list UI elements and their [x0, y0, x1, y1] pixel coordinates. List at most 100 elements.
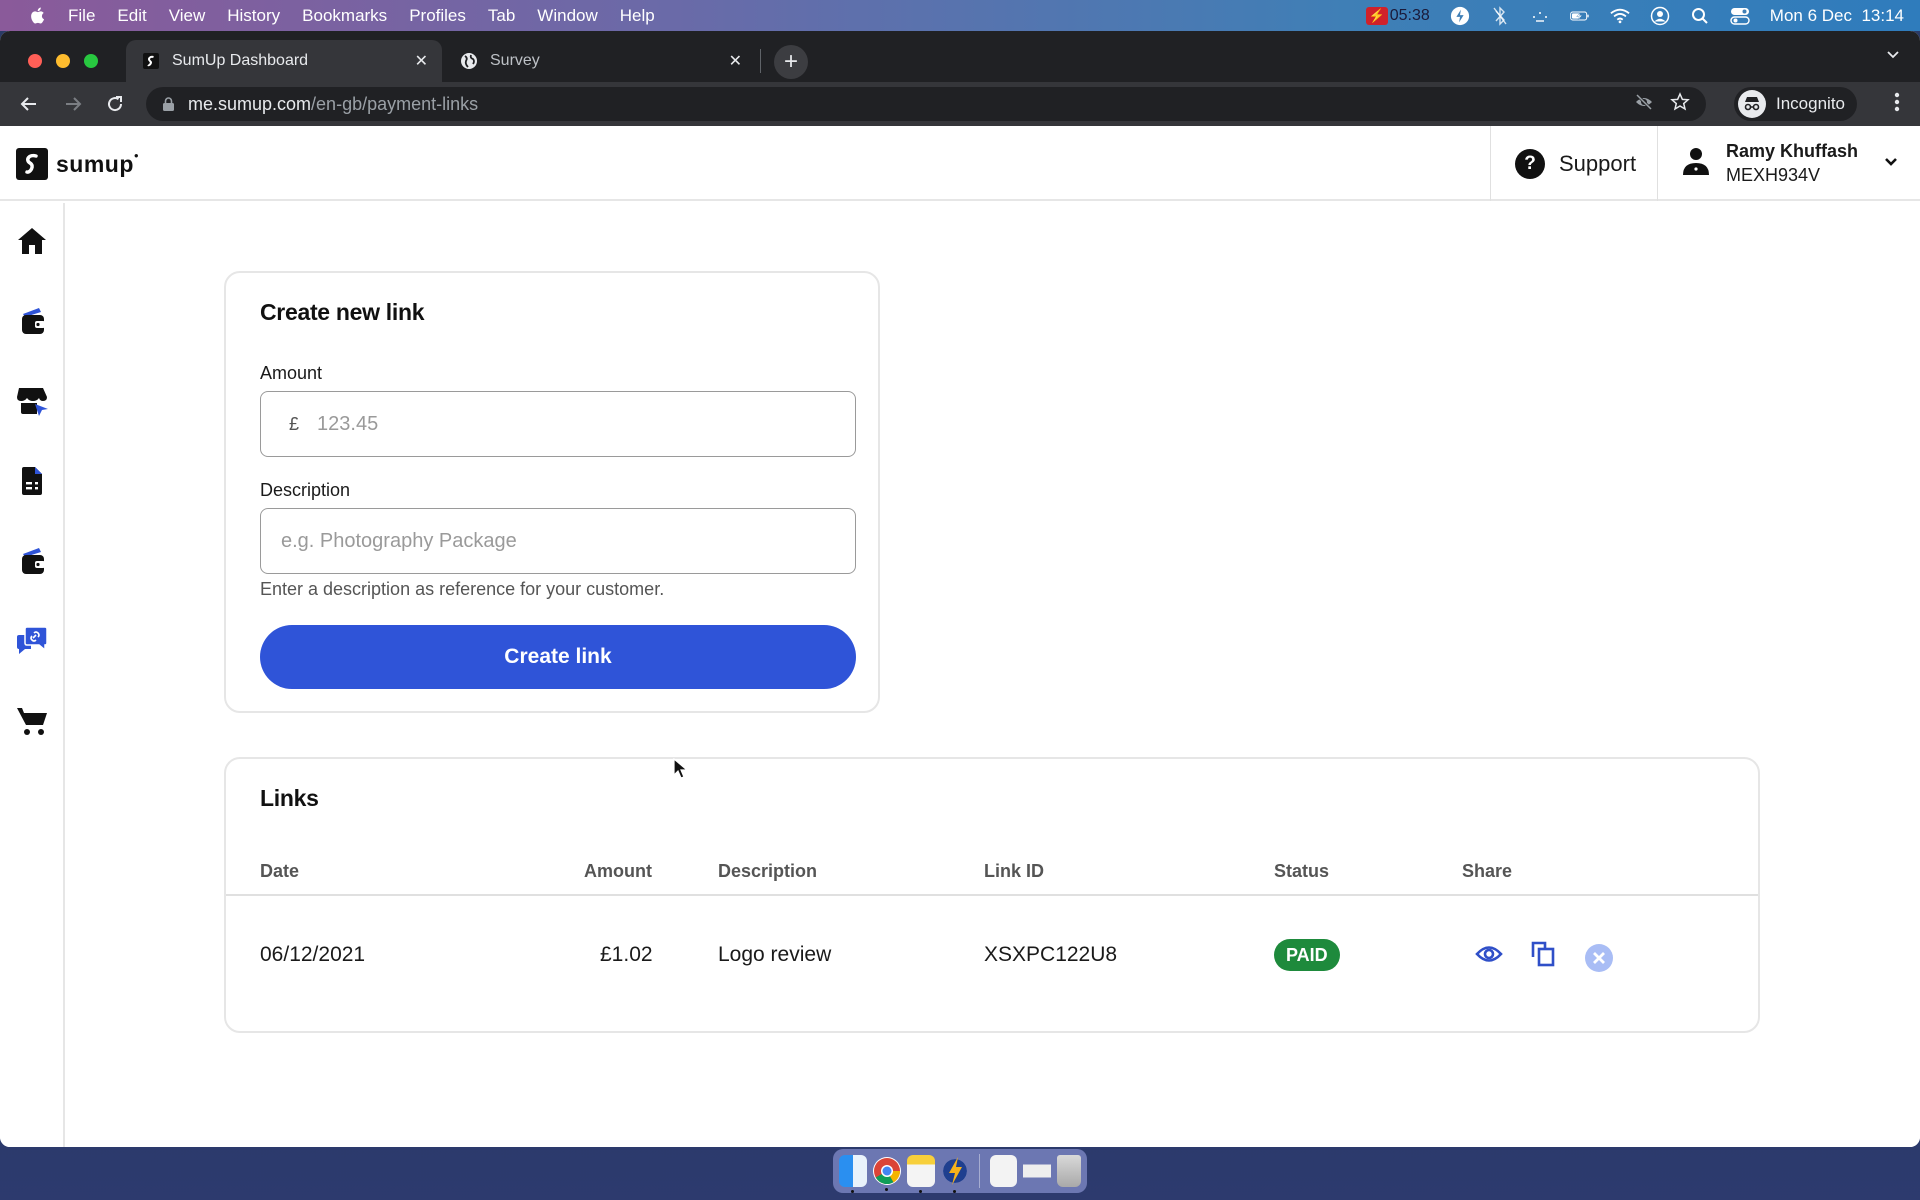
recording-time: 05:38: [1389, 6, 1430, 24]
status-badge: PAID: [1274, 939, 1340, 971]
merchant-id: MEXH934V: [1726, 165, 1821, 185]
amount-field[interactable]: £: [260, 391, 856, 457]
description-label: Description: [260, 480, 351, 500]
chevron-down-icon[interactable]: [1884, 154, 1898, 172]
forward-button[interactable]: [58, 89, 88, 119]
window-controls: [28, 54, 98, 68]
dock-trash-icon[interactable]: [1057, 1155, 1082, 1187]
menu-help[interactable]: Help: [620, 6, 655, 26]
store-icon: [17, 388, 48, 416]
sidebar-item-shop[interactable]: [14, 703, 50, 739]
user-account-icon[interactable]: [1650, 6, 1670, 26]
dock-document-icon[interactable]: [989, 1155, 1018, 1187]
cell-date: 06/12/2021: [260, 943, 366, 966]
control-center-icon[interactable]: [1730, 6, 1750, 26]
reload-button[interactable]: [100, 89, 130, 119]
sumup-favicon-icon: [142, 52, 160, 70]
copy-link-icon[interactable]: [1528, 939, 1558, 969]
menu-window[interactable]: Window: [537, 6, 597, 26]
support-button[interactable]: ? Support: [1490, 126, 1658, 201]
apple-menu-icon[interactable]: [28, 6, 46, 26]
url-text[interactable]: me.sumup.com/en-gb/payment-links: [188, 94, 478, 115]
description-input[interactable]: [281, 529, 855, 553]
sidebar-item-wallet[interactable]: [14, 543, 50, 579]
create-link-button[interactable]: Create link: [260, 625, 856, 689]
link-chat-icon: [17, 626, 48, 654]
dock-notes-icon[interactable]: [906, 1155, 935, 1193]
tab-title: SumUp Dashboard: [172, 52, 309, 69]
close-window-button[interactable]: [28, 54, 42, 68]
screen-recording-indicator[interactable]: ⚡ 05:38: [1365, 6, 1430, 25]
macos-menubar: Chrome File Edit View History Bookmarks …: [0, 0, 1920, 1116]
dock-screenshot-icon[interactable]: [1023, 1155, 1052, 1187]
bolt-app-icon[interactable]: [1450, 6, 1470, 26]
dock-chrome-icon[interactable]: [872, 1157, 901, 1191]
description-field[interactable]: [260, 508, 856, 574]
column-header-date[interactable]: Date: [260, 861, 299, 882]
wifi-icon[interactable]: [1610, 6, 1630, 26]
spotlight-search-icon[interactable]: [1690, 6, 1710, 26]
tab-close-icon[interactable]: ✕: [729, 51, 742, 71]
cart-icon: [17, 708, 47, 735]
column-header-link-id[interactable]: Link ID: [984, 861, 1044, 882]
minimize-window-button[interactable]: [56, 54, 70, 68]
menu-bookmarks[interactable]: Bookmarks: [302, 6, 387, 26]
address-bar[interactable]: me.sumup.com/en-gb/payment-links: [146, 87, 1706, 121]
tab-search-chevron-icon[interactable]: [1886, 47, 1900, 63]
back-button[interactable]: [14, 89, 44, 119]
maximize-window-button[interactable]: [84, 54, 98, 68]
home-icon: [18, 228, 46, 254]
menu-view[interactable]: View: [169, 6, 206, 26]
amount-input[interactable]: [317, 412, 855, 436]
tab-sumup-dashboard[interactable]: SumUp Dashboard ✕: [126, 40, 442, 82]
sidebar-item-invoices[interactable]: [14, 463, 50, 499]
recording-icon: ⚡: [1365, 6, 1388, 25]
tab-separator: [760, 49, 761, 73]
wallet-icon: [22, 548, 45, 574]
tab-strip: SumUp Dashboard ✕ Survey ✕ +: [0, 31, 1920, 82]
create-link-title: Create new link: [260, 299, 425, 325]
sidebar-item-payments[interactable]: [14, 303, 50, 339]
menu-tab[interactable]: Tab: [488, 6, 515, 26]
support-label: Support: [1559, 150, 1637, 176]
column-header-status[interactable]: Status: [1274, 861, 1329, 882]
lock-icon[interactable]: [162, 96, 174, 112]
menu-file[interactable]: File: [68, 6, 95, 26]
view-link-eye-icon[interactable]: [1474, 939, 1504, 969]
browser-window: SumUp Dashboard ✕ Survey ✕ + me.sumup.co…: [0, 31, 1920, 1147]
user-menu[interactable]: Ramy Khuffash MEXH934V: [1658, 126, 1920, 201]
sidebar-item-online-store[interactable]: [14, 383, 50, 419]
dock-bolt-app-icon[interactable]: [940, 1155, 969, 1193]
column-header-amount[interactable]: Amount: [584, 861, 652, 882]
battery-charging-icon[interactable]: [1569, 6, 1590, 26]
user-name: Ramy Khuffash: [1726, 141, 1859, 161]
tracking-protection-eye-off-icon[interactable]: [1634, 93, 1654, 116]
incognito-label: Incognito: [1776, 94, 1845, 113]
sumup-logo-mark-icon: [16, 148, 48, 180]
table-divider: [226, 894, 1758, 896]
tab-close-icon[interactable]: ✕: [415, 51, 428, 71]
url-host: me.sumup.com: [188, 93, 312, 114]
wallet-icon: [22, 308, 45, 334]
sidebar-item-payment-links[interactable]: [14, 623, 50, 659]
sumup-logo[interactable]: sumup●: [16, 148, 139, 180]
incognito-icon: [1738, 90, 1766, 118]
menu-edit[interactable]: Edit: [117, 6, 146, 26]
tab-title: Survey: [490, 52, 540, 69]
sidebar-item-home[interactable]: [14, 223, 50, 259]
menu-profiles[interactable]: Profiles: [409, 6, 466, 26]
bluetooth-off-icon[interactable]: [1490, 5, 1510, 26]
chrome-menu-icon[interactable]: [1894, 92, 1900, 118]
tab-survey[interactable]: Survey ✕: [444, 40, 756, 82]
new-tab-button[interactable]: +: [774, 45, 808, 79]
display-icon[interactable]: [1530, 6, 1550, 26]
column-header-description[interactable]: Description: [718, 861, 817, 882]
app-header: sumup● ? Support Ramy Khuffash MEXH934V: [0, 126, 1920, 201]
menu-history[interactable]: History: [227, 6, 280, 26]
dock-finder-icon[interactable]: [839, 1155, 867, 1193]
column-header-share: Share: [1462, 861, 1513, 881]
bookmark-star-icon[interactable]: [1670, 91, 1690, 117]
menubar-clock[interactable]: Mon 6 Dec 13:14: [1770, 6, 1904, 26]
incognito-profile-button[interactable]: Incognito: [1734, 87, 1857, 121]
invoice-icon: [22, 467, 42, 495]
